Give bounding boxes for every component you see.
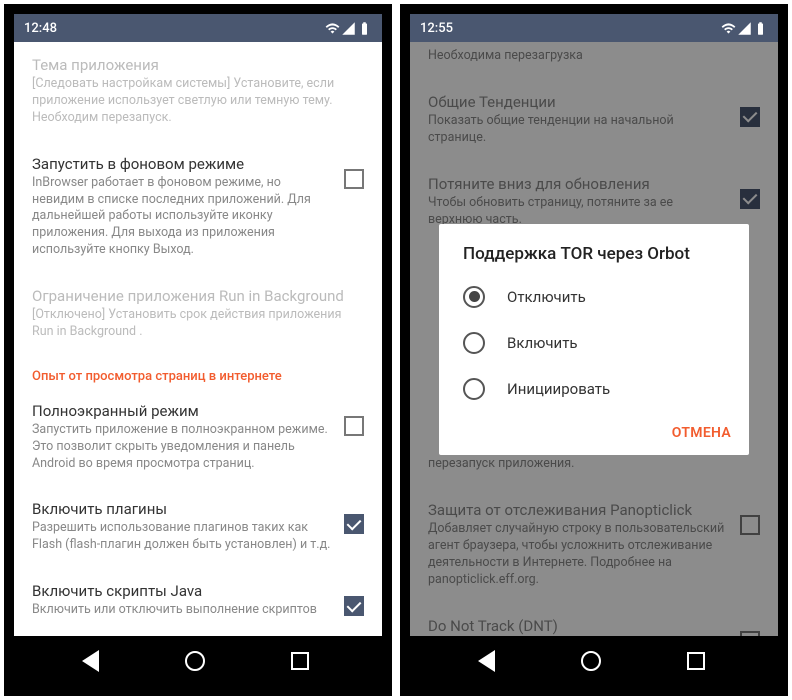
android-navbar	[410, 636, 778, 686]
home-button[interactable]	[581, 651, 601, 671]
setting-javascript[interactable]: Включить скрипты Java Включить или отклю…	[14, 568, 382, 633]
android-navbar	[14, 636, 382, 686]
home-button[interactable]	[185, 651, 205, 671]
setting-run-background[interactable]: Запустить в фоновом режиме InBrowser раб…	[14, 141, 382, 273]
setting-desc: [Отключено] Установить срок действия при…	[32, 307, 364, 341]
dialog-title: Поддержка TOR через Orbot	[439, 244, 749, 274]
wifi-icon	[325, 21, 340, 36]
radio-icon[interactable]	[463, 286, 485, 308]
setting-desc: InBrowser работает в фоновом режиме, но …	[32, 175, 334, 259]
back-button[interactable]	[478, 650, 495, 672]
radio-label: Включить	[507, 334, 578, 352]
radio-icon[interactable]	[463, 378, 485, 400]
setting-desc: Запустить приложение в полноэкранном реж…	[32, 422, 334, 473]
status-icons	[721, 21, 768, 36]
checkbox-fullscreen[interactable]	[344, 416, 364, 436]
cancel-button[interactable]: ОТМЕНА	[672, 425, 731, 441]
statusbar: 12:48	[14, 14, 382, 42]
battery-icon	[753, 21, 768, 36]
phone-right: 12:55 Необходима перезагрузка Общие Тенд…	[400, 4, 788, 696]
checkbox-plugins[interactable]	[344, 514, 364, 534]
checkbox-run-background[interactable]	[344, 169, 364, 189]
recents-button[interactable]	[687, 652, 705, 670]
tor-dialog: Поддержка TOR через Orbot Отключить Вклю…	[439, 224, 749, 455]
setting-title: Полноэкранный режим	[32, 402, 334, 420]
setting-limit-background: Ограничение приложения Run in Background…	[14, 273, 382, 355]
wifi-icon	[721, 21, 736, 36]
statusbar: 12:55	[410, 14, 778, 42]
recents-button[interactable]	[291, 652, 309, 670]
back-button[interactable]	[82, 650, 99, 672]
setting-plugins[interactable]: Включить плагины Разрешить использование…	[14, 486, 382, 568]
setting-title: Тема приложения	[32, 56, 364, 74]
status-icons	[325, 21, 372, 36]
phone-left: 12:48 Тема приложения [Следовать настрой…	[4, 4, 392, 696]
setting-desc: Разрешить использование плагинов таких к…	[32, 520, 334, 554]
radio-label: Отключить	[507, 288, 586, 306]
setting-title: Ограничение приложения Run in Background	[32, 287, 364, 305]
setting-title: Включить плагины	[32, 500, 334, 518]
screen-right: 12:55 Необходима перезагрузка Общие Тенд…	[410, 14, 778, 636]
radio-icon[interactable]	[463, 332, 485, 354]
radio-option-initiate[interactable]: Инициировать	[439, 366, 749, 412]
radio-option-enable[interactable]: Включить	[439, 320, 749, 366]
setting-desc: [Следовать настройкам системы] Установит…	[32, 76, 364, 127]
radio-label: Инициировать	[507, 380, 610, 398]
setting-theme[interactable]: Тема приложения [Следовать настройкам си…	[14, 42, 382, 141]
signal-icon	[737, 21, 752, 36]
section-browsing-experience: Опыт от просмотра страниц в интернете	[14, 355, 382, 388]
dialog-overlay[interactable]: Поддержка TOR через Orbot Отключить Вклю…	[410, 42, 778, 636]
clock: 12:55	[420, 21, 453, 36]
checkbox-javascript[interactable]	[344, 596, 364, 616]
settings-list-dimmed: Необходима перезагрузка Общие Тенденции …	[410, 42, 778, 636]
screen-left: 12:48 Тема приложения [Следовать настрой…	[14, 14, 382, 636]
setting-title: Включить скрипты Java	[32, 582, 334, 600]
setting-title: Запустить в фоновом режиме	[32, 155, 334, 173]
setting-desc: Включить или отключить выполнение скрипт…	[32, 602, 334, 619]
setting-fullscreen[interactable]: Полноэкранный режим Запустить приложение…	[14, 388, 382, 487]
settings-list: Тема приложения [Следовать настройкам си…	[14, 42, 382, 636]
clock: 12:48	[24, 21, 57, 36]
battery-icon	[357, 21, 372, 36]
radio-option-disable[interactable]: Отключить	[439, 274, 749, 320]
signal-icon	[341, 21, 356, 36]
